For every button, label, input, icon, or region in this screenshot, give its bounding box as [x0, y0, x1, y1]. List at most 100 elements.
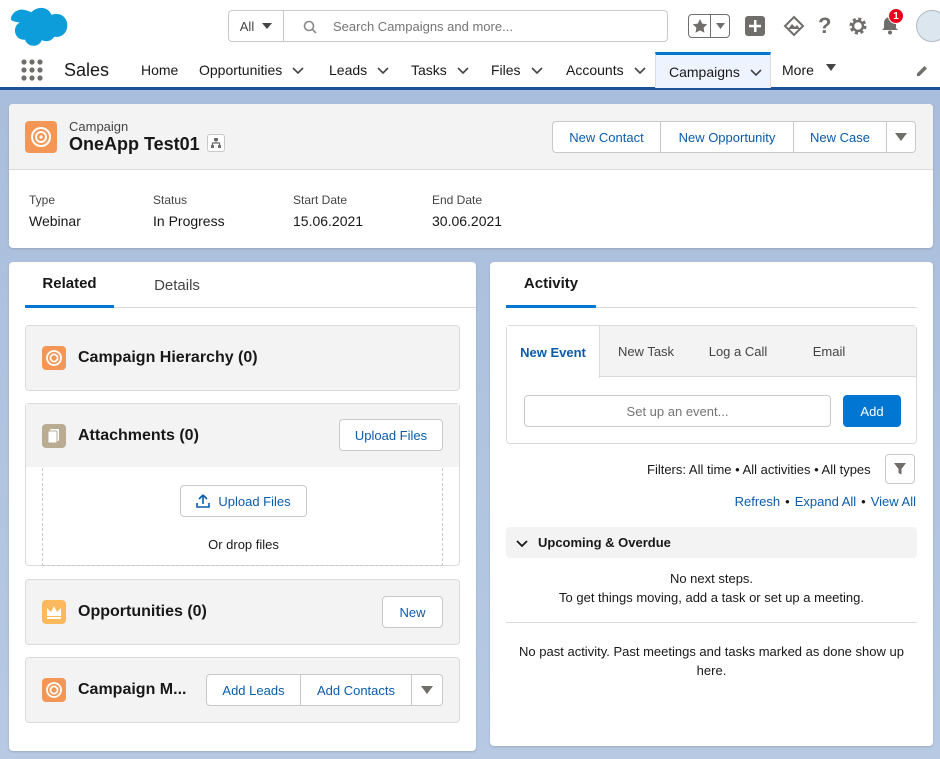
- campaign-members-title[interactable]: Campaign M...: [78, 681, 186, 699]
- nav-item-more[interactable]: More: [782, 52, 838, 88]
- drop-files-text: Or drop files: [208, 537, 279, 552]
- activity-tabs: Activity: [506, 262, 917, 308]
- campaign-icon: [42, 346, 66, 370]
- chevron-down-icon[interactable]: [750, 66, 762, 78]
- record-title: OneApp Test01: [69, 134, 200, 154]
- record-header: Campaign OneApp Test01 New Contact New O…: [9, 104, 933, 248]
- chevron-down-icon[interactable]: [634, 64, 646, 76]
- search-scope-label: All: [239, 18, 255, 34]
- nav-item-leads[interactable]: Leads: [329, 52, 389, 88]
- app-launcher-icon[interactable]: [21, 59, 43, 81]
- field-label-end-date: End Date: [432, 193, 483, 207]
- tab-details[interactable]: Details: [137, 262, 217, 308]
- campaign-hierarchy-title[interactable]: Campaign Hierarchy (0): [78, 349, 258, 367]
- campaign-hierarchy-card: Campaign Hierarchy (0): [25, 325, 460, 391]
- attachments-title[interactable]: Attachments (0): [78, 427, 199, 445]
- favorites-button[interactable]: [688, 14, 730, 38]
- more-actions-button[interactable]: [886, 121, 916, 153]
- nav-item-home[interactable]: Home: [141, 52, 178, 88]
- add-leads-button[interactable]: Add Leads: [206, 674, 301, 706]
- refresh-link[interactable]: Refresh: [735, 494, 781, 509]
- new-case-button[interactable]: New Case: [793, 121, 887, 153]
- nav-item-label: Leads: [329, 62, 368, 78]
- add-contacts-button[interactable]: Add Contacts: [300, 674, 412, 706]
- view-all-link[interactable]: View All: [871, 494, 916, 509]
- nav-item-label: Campaigns: [669, 63, 740, 80]
- divider: [506, 622, 917, 623]
- chevron-down-icon: [516, 537, 528, 549]
- new-opportunity-button[interactable]: New Opportunity: [660, 121, 794, 153]
- salesforce-logo[interactable]: [11, 7, 69, 47]
- avatar[interactable]: [916, 10, 940, 42]
- record-object-label: Campaign: [69, 119, 129, 134]
- tab-related[interactable]: Related: [25, 262, 114, 308]
- chevron-down-icon[interactable]: [457, 64, 469, 76]
- next-steps-hint: To get things moving, add a task or set …: [559, 590, 864, 605]
- chevron-down-icon: [895, 133, 907, 141]
- event-subject-input[interactable]: [524, 395, 831, 427]
- subtab-new-event[interactable]: New Event: [507, 326, 600, 378]
- attachment-icon: [42, 424, 66, 448]
- upload-files-inner-button[interactable]: Upload Files: [180, 485, 307, 517]
- nav-item-files[interactable]: Files: [491, 52, 543, 88]
- opportunities-card: Opportunities (0) New: [25, 579, 460, 645]
- activity-links: Refresh • Expand All • View All: [734, 494, 916, 509]
- upcoming-overdue-header[interactable]: Upcoming & Overdue: [506, 527, 917, 558]
- subtab-new-task[interactable]: New Task: [604, 326, 688, 377]
- upload-files-label: Upload Files: [218, 493, 291, 509]
- nav-item-label: Files: [491, 62, 521, 78]
- chevron-down-icon[interactable]: [292, 64, 304, 76]
- star-icon: [689, 15, 711, 37]
- search-input[interactable]: [333, 15, 653, 37]
- nav-item-label: Opportunities: [199, 62, 283, 78]
- nav-item-label: Accounts: [566, 62, 624, 78]
- global-header: All ? 1: [0, 0, 940, 52]
- chevron-down-icon: [262, 23, 273, 29]
- gear-icon[interactable]: [848, 16, 868, 36]
- tab-activity[interactable]: Activity: [506, 262, 596, 308]
- filter-button[interactable]: [885, 454, 915, 484]
- related-tabs: Related Details: [25, 262, 476, 308]
- field-value-start-date: 15.06.2021: [293, 213, 364, 229]
- help-icon[interactable]: ?: [818, 13, 831, 39]
- campaign-member-icon: [42, 678, 66, 702]
- no-past-activity: No past activity. Past meetings and task…: [519, 644, 904, 678]
- trailhead-icon[interactable]: [783, 15, 805, 37]
- hierarchy-icon[interactable]: [207, 134, 225, 152]
- nav-item-opportunities[interactable]: Opportunities: [199, 52, 304, 88]
- edit-nav-pencil-icon[interactable]: [915, 64, 929, 78]
- global-search: All: [228, 10, 668, 42]
- field-label-type: Type: [29, 193, 56, 207]
- chevron-down-icon: [825, 64, 838, 76]
- nav-item-accounts[interactable]: Accounts: [566, 52, 646, 88]
- nav-item-campaigns[interactable]: Campaigns: [655, 52, 771, 88]
- upload-icon: [196, 494, 211, 508]
- filter-icon: [893, 462, 907, 476]
- chevron-down-icon[interactable]: [530, 64, 543, 76]
- add-event-button[interactable]: Add: [843, 395, 901, 427]
- subtab-log-a-call[interactable]: Log a Call: [694, 326, 782, 377]
- nav-item-label: Home: [141, 62, 179, 78]
- upload-files-button[interactable]: Upload Files: [339, 419, 443, 451]
- file-drop-zone[interactable]: Upload Files Or drop files: [42, 468, 443, 566]
- activity-panel: Activity New Event New Task Log a Call E…: [490, 262, 933, 746]
- field-value-type: Webinar: [29, 213, 81, 229]
- related-panel: Related Details Campaign Hierarchy (0) A…: [9, 262, 476, 751]
- search-scope-dropdown[interactable]: All: [229, 11, 284, 41]
- opportunities-title[interactable]: Opportunities (0): [78, 603, 207, 621]
- activity-filters: Filters: All time • All activities • All…: [647, 462, 871, 477]
- field-value-end-date: 30.06.2021: [432, 213, 503, 229]
- notification-badge: 1: [888, 8, 904, 24]
- nav-item-tasks[interactable]: Tasks: [411, 52, 469, 88]
- new-opportunity-related-button[interactable]: New: [382, 596, 443, 628]
- campaign-icon: [25, 121, 57, 153]
- chevron-down-icon[interactable]: [377, 64, 389, 76]
- chevron-down-icon: [421, 686, 433, 694]
- new-contact-button[interactable]: New Contact: [552, 121, 661, 153]
- subtab-email[interactable]: Email: [787, 326, 871, 377]
- app-name: Sales: [64, 60, 110, 80]
- expand-all-link[interactable]: Expand All: [795, 494, 856, 509]
- field-label-status: Status: [153, 193, 188, 207]
- members-more-button[interactable]: [411, 674, 443, 706]
- add-icon[interactable]: [745, 16, 765, 36]
